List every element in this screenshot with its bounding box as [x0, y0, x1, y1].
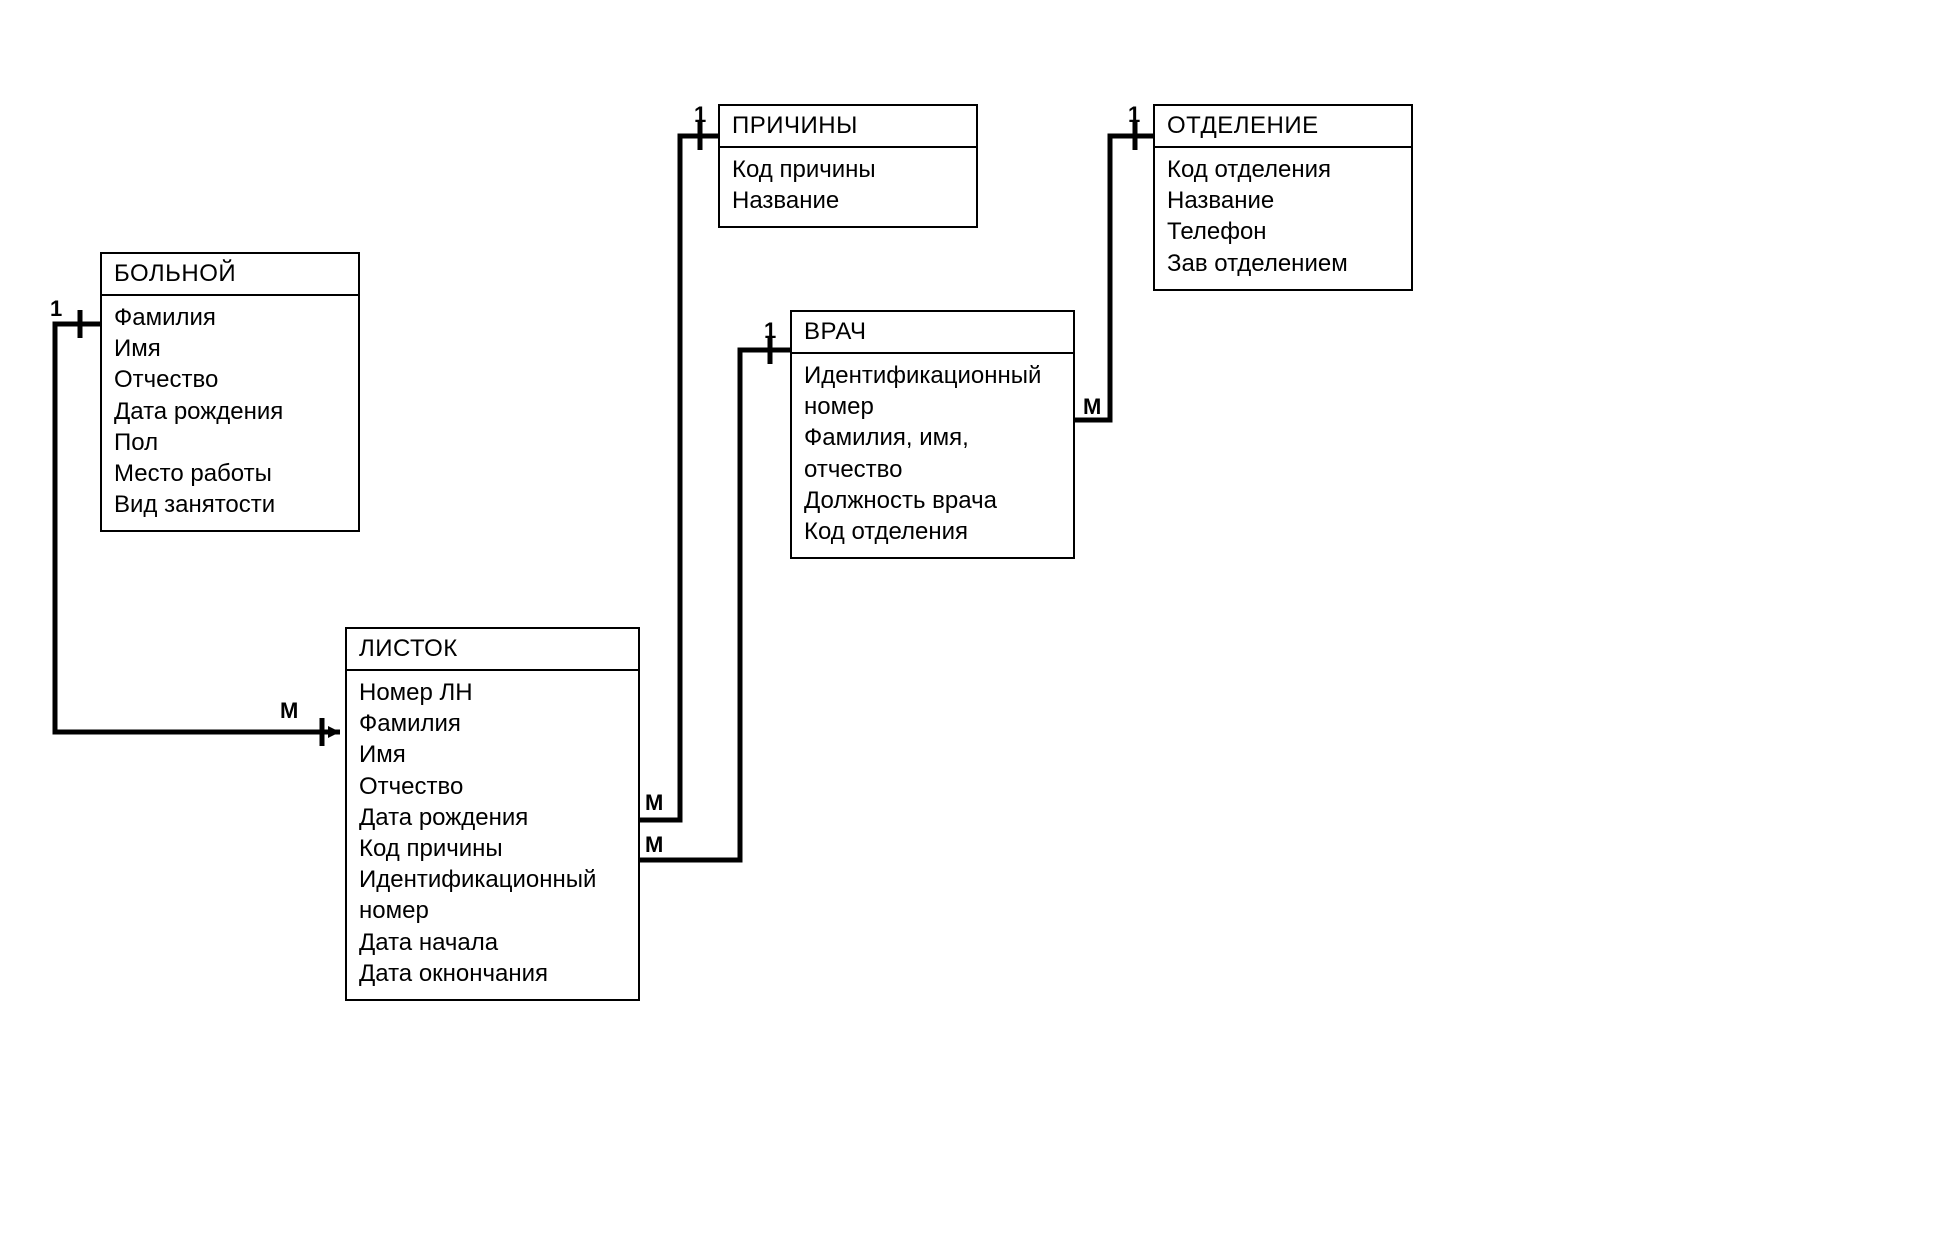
card-doctor-from-department-many: M	[1083, 394, 1101, 420]
attr: Номер ЛН	[359, 677, 626, 708]
entity-doctor-title: ВРАЧ	[792, 312, 1073, 354]
attr: Отчество	[359, 771, 626, 802]
attr: Дата рождения	[359, 802, 626, 833]
attr: Место работы	[114, 458, 346, 489]
rel-doctor-sheet	[640, 350, 790, 860]
entity-sheet-title: ЛИСТОК	[347, 629, 638, 671]
entity-doctor-attrs: Идентификационный номер Фамилия, имя, от…	[792, 354, 1073, 557]
attr: Название	[732, 185, 964, 216]
entity-patient: БОЛЬНОЙ Фамилия Имя Отчество Дата рожден…	[100, 252, 360, 532]
attr: Дата начала	[359, 927, 626, 958]
entity-reasons: ПРИЧИНЫ Код причины Название	[718, 104, 978, 228]
card-sheet-from-reasons-many: M	[645, 790, 663, 816]
entity-sheet: ЛИСТОК Номер ЛН Фамилия Имя Отчество Дат…	[345, 627, 640, 1001]
card-patient-one: 1	[50, 296, 62, 322]
attr: Дата рождения	[114, 396, 346, 427]
entity-reasons-title: ПРИЧИНЫ	[720, 106, 976, 148]
attr: Идентификационный номер	[359, 864, 626, 926]
entity-sheet-attrs: Номер ЛН Фамилия Имя Отчество Дата рожде…	[347, 671, 638, 999]
attr: Телефон	[1167, 216, 1399, 247]
rel-reasons-sheet	[640, 136, 718, 820]
attr: Пол	[114, 427, 346, 458]
attr: Фамилия	[359, 708, 626, 739]
entity-department-title: ОТДЕЛЕНИЕ	[1155, 106, 1411, 148]
rel-department-doctor	[1075, 136, 1153, 420]
attr: Идентификационный номер	[804, 360, 1061, 422]
attr: Код причины	[359, 833, 626, 864]
attr: Зав отделением	[1167, 248, 1399, 279]
card-doctor-one: 1	[764, 318, 776, 344]
attr: Дата окнончания	[359, 958, 626, 989]
entity-doctor: ВРАЧ Идентификационный номер Фамилия, им…	[790, 310, 1075, 559]
attr: Код отделения	[804, 516, 1061, 547]
card-sheet-from-patient-many: M	[280, 698, 298, 724]
card-reasons-one: 1	[694, 102, 706, 128]
attr: Имя	[114, 333, 346, 364]
attr: Фамилия	[114, 302, 346, 333]
card-sheet-from-doctor-many: M	[645, 832, 663, 858]
entity-patient-title: БОЛЬНОЙ	[102, 254, 358, 296]
attr: Отчество	[114, 364, 346, 395]
entity-patient-attrs: Фамилия Имя Отчество Дата рождения Пол М…	[102, 296, 358, 530]
attr: Имя	[359, 739, 626, 770]
attr: Вид занятости	[114, 489, 346, 520]
entity-department-attrs: Код отделения Название Телефон Зав отдел…	[1155, 148, 1411, 289]
attr: Должность врача	[804, 485, 1061, 516]
entity-reasons-attrs: Код причины Название	[720, 148, 976, 226]
er-diagram: БОЛЬНОЙ Фамилия Имя Отчество Дата рожден…	[0, 0, 1953, 1254]
entity-department: ОТДЕЛЕНИЕ Код отделения Название Телефон…	[1153, 104, 1413, 291]
card-department-one: 1	[1128, 102, 1140, 128]
attr: Название	[1167, 185, 1399, 216]
attr: Код причины	[732, 154, 964, 185]
attr: Фамилия, имя, отчество	[804, 422, 1061, 484]
attr: Код отделения	[1167, 154, 1399, 185]
